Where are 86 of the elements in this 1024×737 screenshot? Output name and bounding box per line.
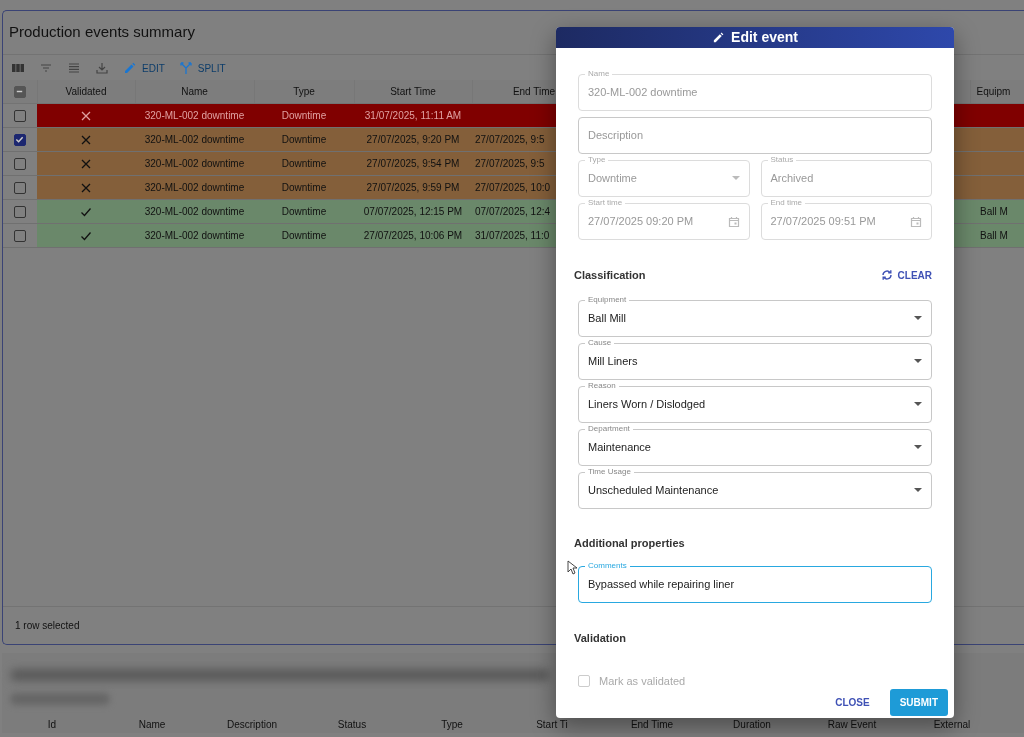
column-header: Id: [46, 719, 58, 731]
checkbox[interactable]: [14, 230, 26, 243]
table-cell: 07/07/2025, 12:15 PM: [363, 206, 463, 217]
table-cell: 27/07/2025, 9:20 PM: [366, 134, 460, 145]
download-icon[interactable]: [95, 61, 109, 75]
checkbox[interactable]: [14, 158, 26, 171]
clear-button[interactable]: CLEAR: [880, 267, 932, 283]
dialog-title: Edit event: [731, 28, 798, 47]
field-label: Name: [585, 69, 613, 79]
checkbox[interactable]: [14, 206, 26, 219]
caret-icon: [914, 315, 922, 321]
field-label: Start time: [585, 198, 626, 208]
column-header: End Time: [629, 719, 675, 731]
table-cell: 27/07/2025, 10:06 PM: [363, 230, 463, 241]
table-cell: Downtime: [281, 182, 327, 193]
field-label: Time Usage: [585, 466, 634, 477]
column-header: Name: [137, 719, 167, 731]
table-cell: 320-ML-002 downtime: [144, 182, 245, 193]
text-field[interactable]: Description: [578, 117, 932, 154]
column-header: Start Ti: [535, 719, 569, 731]
table-cell: Downtime: [281, 230, 327, 241]
table-cell: 31/07/2025, 11:11 AM: [364, 110, 462, 121]
field-label: Department: [585, 423, 633, 434]
table-cell: 320-ML-002 downtime: [144, 110, 245, 121]
column-header: Status: [336, 719, 368, 731]
calendar-icon: [910, 215, 922, 228]
checkbox[interactable]: [14, 134, 26, 147]
column-header: Name: [181, 85, 208, 97]
pencil-icon: [123, 61, 137, 75]
table-cell: 27/07/2025, 9:5: [475, 158, 545, 169]
column-header: Type: [440, 719, 464, 731]
column-header: Equipm: [976, 85, 1011, 97]
table-cell: Downtime: [281, 206, 327, 217]
table-cell: 31/07/2025, 11:0: [475, 230, 550, 241]
table-cell: Ball M: [980, 206, 1008, 217]
section-heading: Validation: [574, 631, 627, 646]
column-header: Description: [226, 719, 278, 731]
table-cell: Ball M: [980, 230, 1008, 241]
density-icon[interactable]: [67, 61, 81, 75]
calendar-icon: [727, 215, 740, 228]
table-cell: 27/07/2025, 10:0: [475, 182, 551, 193]
column-header: Raw Event: [826, 719, 878, 731]
section-heading: Additional properties: [574, 535, 686, 551]
column-header: Start Time: [390, 85, 436, 97]
column-header: Duration: [732, 719, 772, 731]
column-header: External: [932, 719, 972, 731]
checkbox[interactable]: [13, 86, 26, 99]
checkbox[interactable]: [14, 182, 26, 195]
table-cell: 07/07/2025, 12:4: [475, 206, 551, 217]
table-cell: Downtime: [281, 158, 327, 169]
section-heading: Classification: [574, 268, 646, 283]
caret-icon: [914, 444, 922, 450]
field-label: Equipment: [585, 294, 630, 305]
caret-icon: [914, 401, 922, 407]
field-label: Cause: [585, 337, 615, 348]
table-cell: 320-ML-002 downtime: [144, 230, 245, 241]
refresh-icon: [880, 269, 893, 282]
column-header: End Time: [512, 85, 556, 97]
table-cell: 320-ML-002 downtime: [144, 206, 245, 217]
column-header: Type: [293, 85, 315, 97]
pencil-icon: [712, 31, 726, 44]
cursor-icon: [567, 560, 577, 575]
table-cell: 320-ML-002 downtime: [144, 158, 245, 169]
submit-button[interactable]: SUBMIT: [889, 689, 948, 716]
split-icon: [178, 61, 193, 75]
table-cell: Downtime: [281, 110, 327, 121]
table-cell: 27/07/2025, 9:5: [475, 134, 545, 145]
table-cell: 27/07/2025, 9:54 PM: [366, 158, 460, 169]
columns-icon[interactable]: [11, 61, 25, 75]
edit-button[interactable]: EDIT: [123, 60, 165, 76]
checkbox[interactable]: [14, 110, 26, 123]
field-label: Comments: [585, 561, 630, 571]
caret-icon: [914, 487, 922, 493]
field-label: Status: [767, 155, 797, 165]
checkmark-icon: [15, 135, 24, 145]
field-label: Type: [585, 155, 609, 165]
table-cell: Downtime: [281, 134, 327, 145]
split-button[interactable]: SPLIT: [178, 60, 226, 76]
column-header: Validated: [65, 85, 107, 97]
field-label: End time: [767, 198, 806, 208]
table-cell: 320-ML-002 downtime: [144, 134, 245, 145]
table-cell: 27/07/2025, 9:59 PM: [366, 182, 460, 193]
checkbox-label: Mark as validated: [599, 673, 686, 689]
field-label: Reason: [585, 380, 619, 391]
close-button[interactable]: CLOSE: [827, 689, 878, 716]
caret-icon: [914, 358, 922, 364]
